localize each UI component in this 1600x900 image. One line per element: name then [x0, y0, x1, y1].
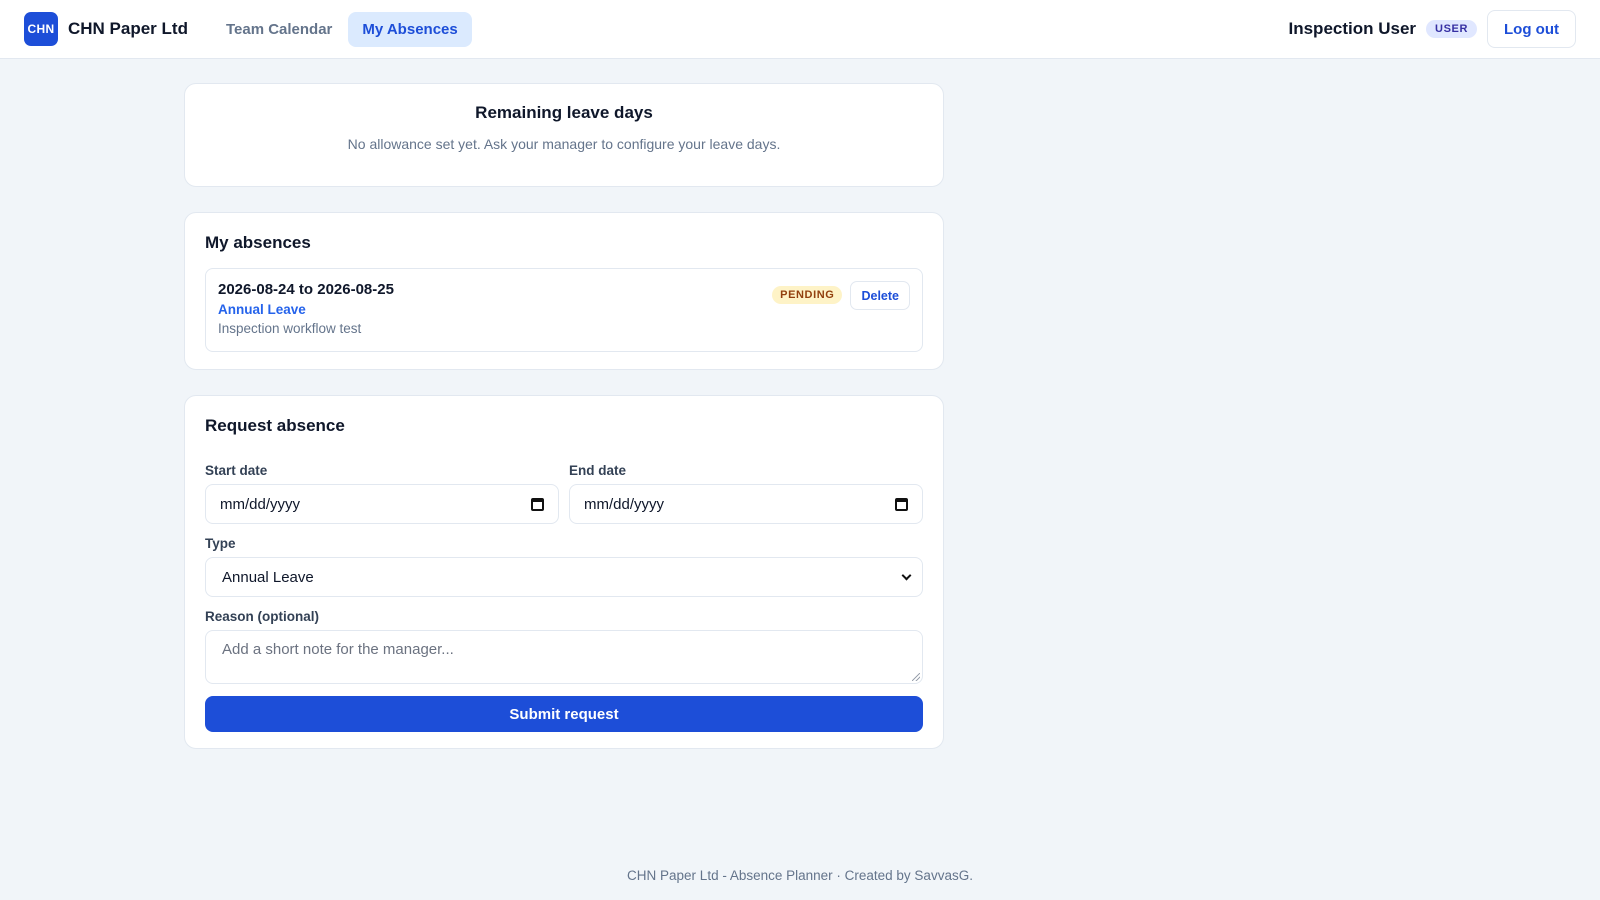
- company-logo: CHN: [24, 12, 58, 46]
- brand-name: CHN Paper Ltd: [68, 19, 188, 38]
- submit-request-button[interactable]: Submit request: [205, 696, 923, 732]
- reason-group: Reason (optional) Add a short note for t…: [205, 609, 923, 684]
- date-row: Start date mm/dd/yyyy End date mm/dd/yyy…: [205, 463, 923, 524]
- absence-actions: PENDING Delete: [772, 281, 910, 351]
- calendar-icon[interactable]: [895, 497, 908, 511]
- reason-textarea[interactable]: Add a short note for the manager...: [205, 630, 923, 684]
- type-select[interactable]: Annual Leave: [205, 557, 923, 597]
- type-group: Type Annual Leave: [205, 536, 923, 597]
- footer: CHN Paper Ltd - Absence Planner · Create…: [627, 868, 973, 883]
- my-absences-title: My absences: [205, 233, 311, 252]
- type-select-value: Annual Leave: [222, 568, 314, 586]
- start-date-value: mm/dd/yyyy: [220, 495, 301, 513]
- remaining-leave-card: Remaining leave days No allowance set ye…: [184, 83, 944, 187]
- main-content: Remaining leave days No allowance set ye…: [184, 59, 944, 749]
- absence-reason: Inspection workflow test: [218, 321, 362, 336]
- end-date-input[interactable]: mm/dd/yyyy: [569, 484, 923, 524]
- end-date-label: End date: [569, 463, 627, 478]
- start-date-input[interactable]: mm/dd/yyyy: [205, 484, 559, 524]
- start-date-group: Start date mm/dd/yyyy: [205, 463, 559, 524]
- absence-details: 2026-08-24 to 2026-08-25 Annual Leave In…: [218, 281, 394, 351]
- calendar-icon[interactable]: [531, 497, 544, 511]
- main-nav: Team Calendar My Absences: [212, 11, 472, 47]
- absence-type: Annual Leave: [218, 302, 306, 317]
- user-area: Inspection User USER Log out: [1288, 10, 1576, 48]
- type-label: Type: [205, 536, 236, 551]
- request-absence-title: Request absence: [205, 416, 345, 435]
- chevron-down-icon: [901, 570, 912, 580]
- logout-button[interactable]: Log out: [1487, 10, 1576, 48]
- status-badge: PENDING: [772, 286, 843, 304]
- nav-my-absences[interactable]: My Absences: [348, 11, 472, 47]
- nav-team-calendar[interactable]: Team Calendar: [212, 12, 346, 47]
- my-absences-card: My absences 2026-08-24 to 2026-08-25 Ann…: [184, 212, 944, 370]
- role-badge: USER: [1426, 20, 1478, 38]
- reason-label: Reason (optional): [205, 609, 319, 624]
- end-date-group: End date mm/dd/yyyy: [569, 463, 923, 524]
- remaining-leave-title: Remaining leave days: [475, 103, 653, 122]
- request-absence-card: Request absence Start date mm/dd/yyyy En…: [184, 395, 944, 749]
- absence-item: 2026-08-24 to 2026-08-25 Annual Leave In…: [205, 268, 923, 352]
- user-name: Inspection User: [1288, 19, 1417, 38]
- remaining-leave-note: No allowance set yet. Ask your manager t…: [347, 136, 781, 152]
- delete-button[interactable]: Delete: [850, 281, 910, 310]
- end-date-value: mm/dd/yyyy: [584, 495, 665, 513]
- resize-handle-icon[interactable]: [912, 673, 920, 681]
- reason-placeholder: Add a short note for the manager...: [222, 641, 454, 658]
- top-bar: CHN CHN Paper Ltd Team Calendar My Absen…: [0, 0, 1600, 59]
- start-date-label: Start date: [205, 463, 268, 478]
- absence-dates: 2026-08-24 to 2026-08-25: [218, 281, 394, 298]
